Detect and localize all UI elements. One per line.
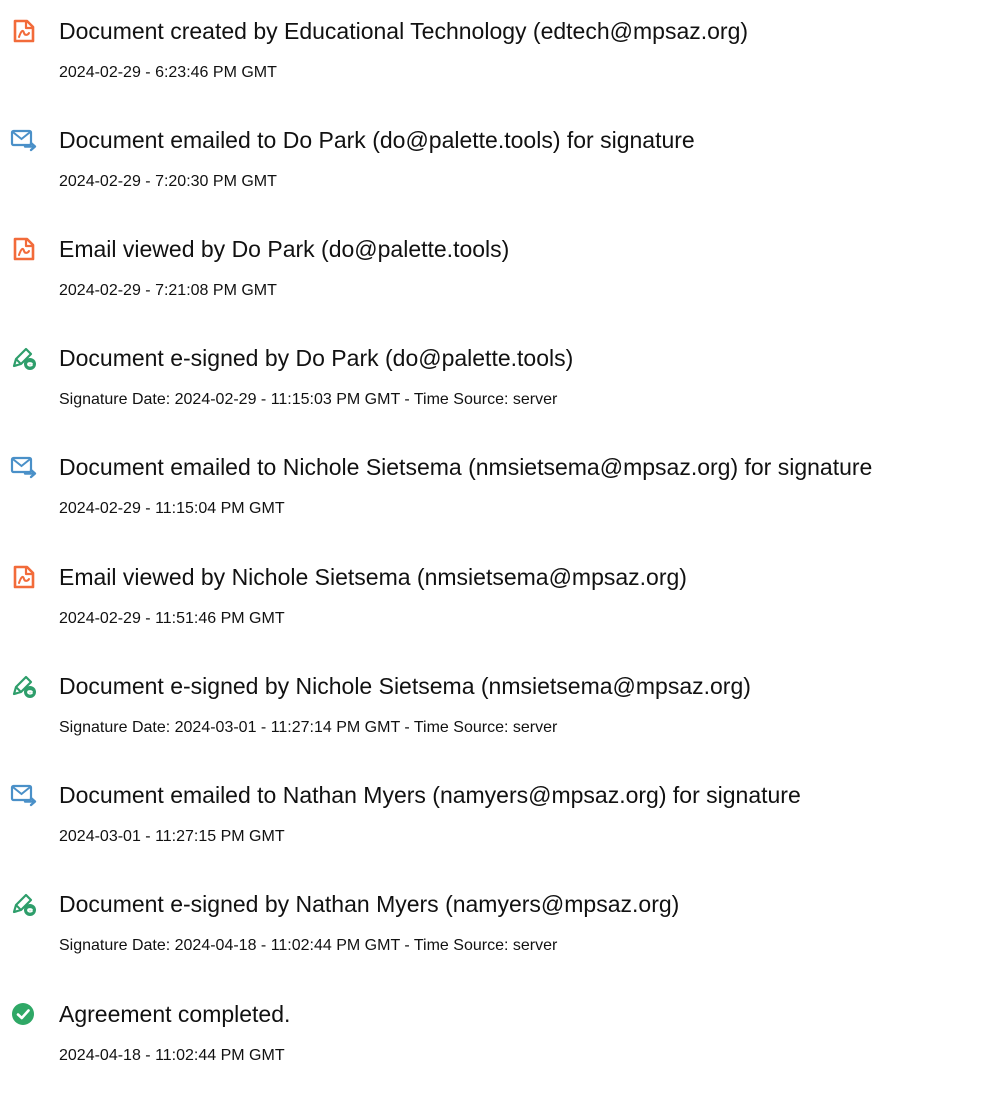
e-sign-pen-icon [10,345,38,371]
event-timestamp: 2024-03-01 - 11:27:15 PM GMT [59,828,285,845]
event-title: Document emailed to Nathan Myers (namyer… [59,782,801,808]
document-viewed-icon [10,236,38,262]
history-event: Agreement completed. 2024-04-18 - 11:02:… [0,1000,1003,1080]
history-event: Email viewed by Nichole Sietsema (nmsiet… [0,563,1003,643]
email-sent-icon [10,782,38,808]
signature-date-detail: Signature Date: 2024-04-18 - 11:02:44 PM… [59,937,558,954]
event-title: Document emailed to Do Park (do@palette.… [59,127,695,153]
event-timestamp: 2024-02-29 - 7:21:08 PM GMT [59,282,277,299]
event-timestamp: 2024-02-29 - 6:23:46 PM GMT [59,64,277,81]
history-event: Document emailed to Nichole Sietsema (nm… [0,453,1003,533]
document-viewed-icon [10,564,38,590]
event-title: Document e-signed by Nathan Myers (namye… [59,891,680,917]
signature-date-detail: Signature Date: 2024-02-29 - 11:15:03 PM… [59,391,558,408]
event-title: Document e-signed by Do Park (do@palette… [59,345,574,371]
e-sign-pen-icon [10,673,38,699]
event-title: Email viewed by Nichole Sietsema (nmsiet… [59,564,687,590]
history-event: Email viewed by Do Park (do@palette.tool… [0,235,1003,315]
history-event: Document emailed to Nathan Myers (namyer… [0,781,1003,861]
e-sign-pen-icon [10,891,38,917]
event-timestamp: 2024-02-29 - 11:51:46 PM GMT [59,610,285,627]
history-event: Document e-signed by Do Park (do@palette… [0,344,1003,424]
event-timestamp: 2024-02-29 - 7:20:30 PM GMT [59,173,277,190]
event-title: Email viewed by Do Park (do@palette.tool… [59,236,510,262]
email-sent-icon [10,454,38,480]
document-created-icon [10,18,38,44]
event-timestamp: 2024-04-18 - 11:02:44 PM GMT [59,1047,285,1064]
event-title: Document e-signed by Nichole Sietsema (n… [59,673,751,699]
event-title: Document created by Educational Technolo… [59,18,749,44]
checkmark-circle-icon [10,1001,38,1027]
signature-date-detail: Signature Date: 2024-03-01 - 11:27:14 PM… [59,719,558,736]
email-sent-icon [10,127,38,153]
history-event: Document emailed to Do Park (do@palette.… [0,126,1003,206]
history-event: Document e-signed by Nichole Sietsema (n… [0,672,1003,752]
event-title: Document emailed to Nichole Sietsema (nm… [59,454,873,480]
history-event: Document created by Educational Technolo… [0,17,1003,97]
event-timestamp: 2024-02-29 - 11:15:04 PM GMT [59,500,285,517]
history-event: Document e-signed by Nathan Myers (namye… [0,890,1003,970]
event-title: Agreement completed. [59,1001,291,1027]
